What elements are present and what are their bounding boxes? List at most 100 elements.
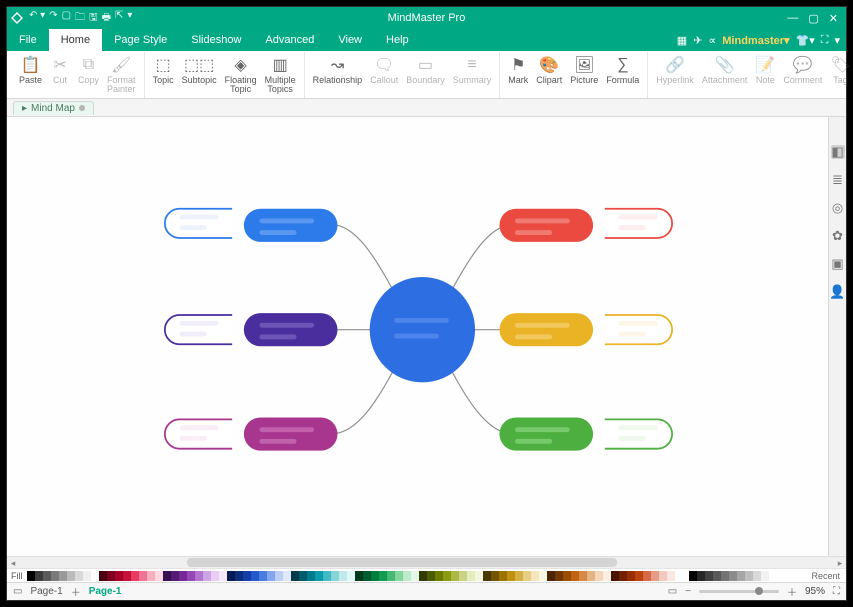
swatch[interactable] <box>721 571 729 581</box>
picture-button[interactable]: 🖼Picture <box>566 54 602 87</box>
swatch[interactable] <box>627 571 635 581</box>
swatch[interactable] <box>299 571 307 581</box>
swatch[interactable] <box>705 571 713 581</box>
swatch[interactable] <box>371 571 379 581</box>
zoom-in-icon[interactable]: ＋ <box>787 584 797 599</box>
swatch[interactable] <box>523 571 531 581</box>
swatch[interactable] <box>491 571 499 581</box>
scrollbar-thumb[interactable] <box>187 558 617 567</box>
swatch[interactable] <box>611 571 619 581</box>
swatch[interactable] <box>475 571 483 581</box>
swatch[interactable] <box>139 571 147 581</box>
subtopic-right-1[interactable] <box>605 209 672 238</box>
outline-panel-icon[interactable]: ≣ <box>831 173 845 187</box>
horizontal-scrollbar[interactable]: ◂ ▸ <box>7 556 846 568</box>
style-panel-icon[interactable]: ◧ <box>831 145 845 159</box>
topic-right-1[interactable] <box>499 209 593 242</box>
central-topic[interactable] <box>370 277 475 382</box>
swatch[interactable] <box>737 571 745 581</box>
doc-tab-mindmap[interactable]: ▸ Mind Map <box>13 101 94 115</box>
topic-right-3[interactable] <box>499 417 593 450</box>
swatch[interactable] <box>99 571 107 581</box>
swatch[interactable] <box>539 571 547 581</box>
undo-icon[interactable]: ↶ ▾ <box>29 10 45 27</box>
send-icon[interactable]: ✈ <box>693 34 702 47</box>
swatch[interactable] <box>745 571 753 581</box>
paste-button[interactable]: 📋Paste <box>15 54 46 87</box>
swatch[interactable] <box>555 571 563 581</box>
swatch[interactable] <box>195 571 203 581</box>
swatch[interactable] <box>163 571 171 581</box>
open-icon[interactable]: 🗀 <box>75 10 85 27</box>
swatch[interactable] <box>243 571 251 581</box>
subtopic-right-3[interactable] <box>605 419 672 448</box>
swatch[interactable] <box>587 571 595 581</box>
print-icon[interactable]: 🖶 <box>102 10 111 27</box>
expand-icon[interactable]: ⛶ <box>821 34 829 47</box>
swatch[interactable] <box>531 571 539 581</box>
swatch[interactable] <box>697 571 705 581</box>
menu-advanced[interactable]: Advanced <box>253 29 326 51</box>
swatch[interactable] <box>579 571 587 581</box>
swatch[interactable] <box>595 571 603 581</box>
note-button[interactable]: 📝Note <box>751 54 779 87</box>
menu-help[interactable]: Help <box>374 29 421 51</box>
swatch[interactable] <box>753 571 761 581</box>
zoom-value[interactable]: 95% <box>805 586 825 597</box>
copy-button[interactable]: ⧉Copy <box>74 54 103 87</box>
swatch[interactable] <box>187 571 195 581</box>
subtopic-left-3[interactable] <box>165 419 232 448</box>
swatch[interactable] <box>467 571 475 581</box>
topic-button[interactable]: ⬚Topic <box>149 54 178 87</box>
swatch[interactable] <box>315 571 323 581</box>
swatch[interactable] <box>355 571 363 581</box>
swatch[interactable] <box>427 571 435 581</box>
swatch[interactable] <box>347 571 355 581</box>
swatch[interactable] <box>667 571 675 581</box>
subtopic-right-2[interactable] <box>605 315 672 344</box>
swatch[interactable] <box>459 571 467 581</box>
hyperlink-button[interactable]: 🔗Hyperlink <box>652 54 698 87</box>
zoom-out-icon[interactable]: − <box>685 586 691 597</box>
swatch[interactable] <box>179 571 187 581</box>
swatch[interactable] <box>59 571 67 581</box>
page-list-icon[interactable]: ▭ <box>13 586 22 597</box>
swatch[interactable] <box>267 571 275 581</box>
swatch[interactable] <box>769 571 777 581</box>
menu-page-style[interactable]: Page Style <box>102 29 179 51</box>
swatch[interactable] <box>291 571 299 581</box>
swatch[interactable] <box>275 571 283 581</box>
swatch[interactable] <box>619 571 627 581</box>
swatch[interactable] <box>27 571 35 581</box>
fullscreen-icon[interactable]: ⛶ <box>833 586 840 597</box>
page-tab[interactable]: Page-1 <box>30 586 62 597</box>
comment-button[interactable]: 💬Comment <box>779 54 826 87</box>
redo-icon[interactable]: ↷ <box>49 10 57 27</box>
floating-topic-button[interactable]: ◈Floating Topic <box>221 54 261 96</box>
swatch[interactable] <box>323 571 331 581</box>
swatch[interactable] <box>259 571 267 581</box>
swatch[interactable] <box>411 571 419 581</box>
swatch[interactable] <box>643 571 651 581</box>
boundary-button[interactable]: ▭Boundary <box>402 54 449 87</box>
swatch[interactable] <box>91 571 99 581</box>
swatch[interactable] <box>283 571 291 581</box>
swatch[interactable] <box>547 571 555 581</box>
swatch[interactable] <box>227 571 235 581</box>
swatch[interactable] <box>251 571 259 581</box>
swatch[interactable] <box>729 571 737 581</box>
format-painter-button[interactable]: 🖌Format Painter <box>103 54 140 96</box>
save-icon[interactable]: 🖫 <box>89 10 98 27</box>
relationship-button[interactable]: ↝Relationship <box>309 54 367 87</box>
swatch[interactable] <box>603 571 611 581</box>
swatch[interactable] <box>307 571 315 581</box>
multiple-topics-button[interactable]: ▥Multiple Topics <box>261 54 300 96</box>
mark-button[interactable]: ⚑Mark <box>504 54 532 87</box>
menu-home[interactable]: Home <box>49 29 102 51</box>
menu-slideshow[interactable]: Slideshow <box>179 29 253 51</box>
qat-more-icon[interactable]: ▾ <box>127 10 132 27</box>
fit-icon[interactable]: ▭ <box>668 586 677 597</box>
swatch[interactable] <box>403 571 411 581</box>
menu-view[interactable]: View <box>326 29 374 51</box>
swatch[interactable] <box>395 571 403 581</box>
